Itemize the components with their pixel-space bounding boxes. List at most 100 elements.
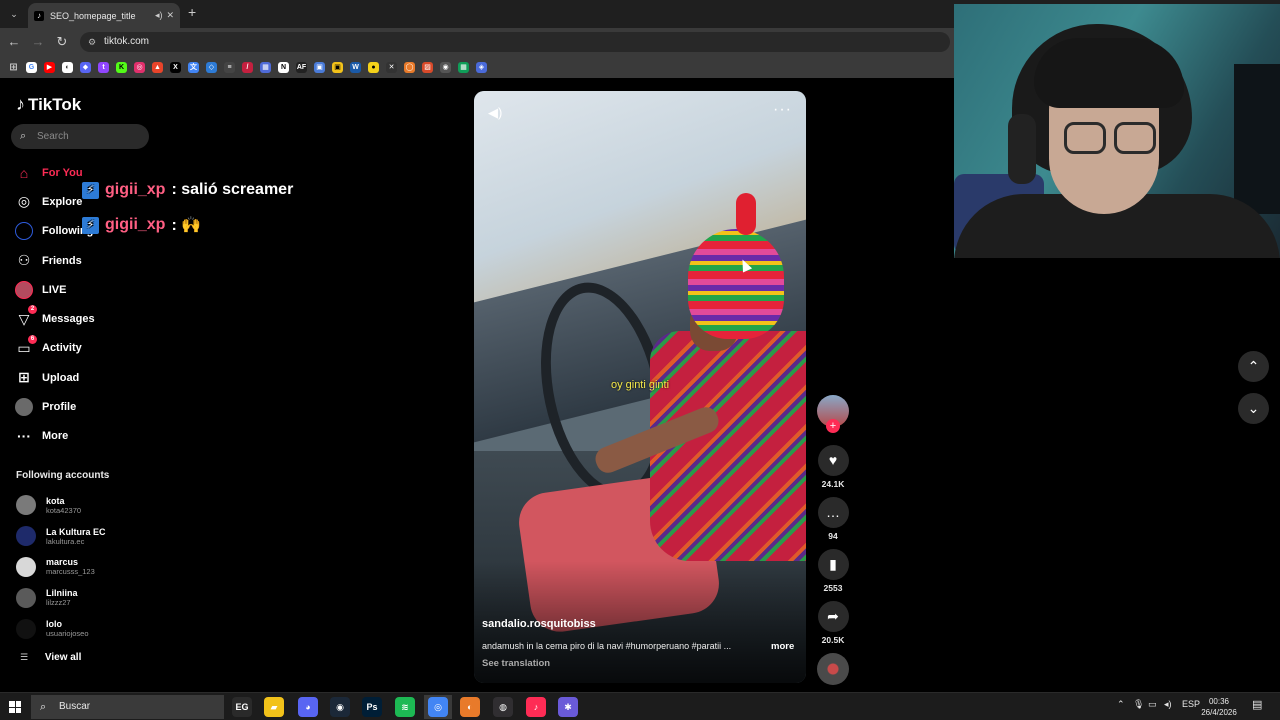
tiktok-icon[interactable]: ♪ (526, 697, 546, 717)
app-icon[interactable]: ▲ (152, 61, 163, 73)
epic-games-icon[interactable]: EG (232, 697, 252, 717)
kick-icon[interactable]: K (116, 61, 127, 73)
comment-icon[interactable]: … (817, 497, 849, 528)
windows-start-icon[interactable] (9, 701, 21, 713)
taskbar-search-input[interactable]: ⌕ Buscar (31, 695, 224, 719)
sidebar-item-profile[interactable]: Profile (14, 392, 154, 421)
notification-badge: 6 (28, 334, 37, 344)
app-icon[interactable]: ▣ (314, 61, 325, 73)
app-icon[interactable]: / (242, 61, 253, 73)
heart-icon[interactable]: ♥ (817, 445, 849, 476)
share-count: 20.5K (821, 635, 845, 645)
app-icon[interactable]: ◉ (440, 61, 451, 73)
share-icon[interactable]: ➦ (817, 601, 849, 632)
see-translation-button[interactable]: See translation (482, 658, 550, 669)
previous-video-chevron-up-icon[interactable]: ⌃ (1238, 351, 1269, 382)
translate-icon[interactable]: 文 (188, 61, 199, 73)
notion-icon[interactable]: N (278, 61, 289, 73)
tiktok-logo[interactable]: ♪ TikTok (16, 94, 81, 115)
app-icon[interactable]: ✕ (386, 61, 397, 73)
sidebar-item-more[interactable]: ··· More (14, 422, 154, 451)
microphone-icon[interactable]: 🎙 (1133, 699, 1144, 710)
x-icon[interactable]: X (170, 61, 181, 73)
app-icon[interactable]: ≡ (224, 61, 235, 73)
volume-icon[interactable]: ◂) (1164, 699, 1172, 710)
back-arrow-icon[interactable]: ← (6, 34, 22, 49)
music-disc-icon[interactable] (817, 653, 849, 685)
app-icon[interactable]: ▨ (422, 61, 433, 73)
url-field[interactable]: ⚙ tiktok.com (80, 32, 950, 52)
sidebar-item-live[interactable]: LIVE (14, 275, 154, 304)
app-icon[interactable]: W (350, 61, 361, 73)
save-action[interactable]: ▮ 2553 (816, 549, 850, 593)
app-icon[interactable]: ◆ (80, 61, 91, 73)
tab-search-menu-icon[interactable]: ⌄ (6, 6, 22, 22)
steam-icon[interactable]: ◉ (330, 697, 350, 717)
site-info-icon[interactable]: ⚙ (88, 32, 96, 52)
app-icon[interactable]: ● (368, 61, 379, 73)
spotify-icon[interactable]: ≋ (395, 697, 415, 717)
sidebar-item-activity[interactable]: ▭ 6 Activity (14, 334, 154, 363)
photoshop-icon[interactable]: Ps (362, 697, 382, 717)
following-account-item[interactable]: marcus marcusss_123 (16, 552, 156, 583)
tray-chevron-up-icon[interactable]: ⌃ (1117, 699, 1125, 710)
sidebar-item-messages[interactable]: ▽ 2 Messages (14, 304, 154, 333)
video-player[interactable]: ◀) ··· oy ginti ginti sandalio.rosquitob… (474, 91, 806, 683)
next-video-chevron-down-icon[interactable]: ⌄ (1238, 393, 1269, 424)
file-explorer-icon[interactable]: ▰ (264, 697, 284, 717)
app-icon[interactable]: ◐ (62, 61, 73, 73)
search-input[interactable]: ⌕ Search (11, 124, 149, 149)
google-icon[interactable]: G (26, 61, 37, 73)
following-account-item[interactable]: lolo usuariojoseo (16, 613, 156, 644)
app-icon[interactable]: ◐ (460, 697, 480, 717)
app-icon[interactable]: ◈ (476, 61, 487, 73)
clock[interactable]: 00:36 26/4/2026 (1196, 696, 1242, 718)
forward-arrow-icon[interactable]: → (30, 34, 46, 49)
more-options-icon[interactable]: ··· (773, 101, 792, 119)
description-more-button[interactable]: more (771, 641, 794, 652)
sidebar-item-label: Messages (42, 313, 95, 326)
sheets-icon[interactable]: ▦ (458, 61, 469, 73)
apps-grid-icon[interactable]: ⊞ (8, 62, 19, 73)
sidebar-item-upload[interactable]: ⊞ Upload (14, 363, 154, 392)
sidebar-item-friends[interactable]: ⚇ Friends (14, 246, 154, 275)
network-icon[interactable]: ▭ (1148, 699, 1157, 710)
following-account-item[interactable]: La Kultura EC lakultura.ec (16, 521, 156, 552)
speaker-icon[interactable]: ◂) (155, 10, 163, 21)
browser-tab[interactable]: ♪ SEO_homepage_title ◂) ✕ (28, 3, 180, 28)
account-handle: kota42370 (46, 505, 82, 515)
account-handle: lilzzz27 (46, 598, 71, 608)
app-icon[interactable]: ◇ (206, 61, 217, 73)
app-icon[interactable]: AF (296, 61, 307, 73)
like-action[interactable]: ♥ 24.1K (816, 445, 850, 489)
video-caption: oy ginti ginti (610, 379, 670, 391)
share-action[interactable]: ➦ 20.5K (816, 601, 850, 645)
following-account-item[interactable]: Lilniina lilzzz27 (16, 582, 156, 613)
following-icon (14, 221, 34, 241)
follow-plus-icon[interactable]: + (826, 419, 840, 433)
app-icon[interactable]: ✱ (558, 697, 578, 717)
app-icon[interactable]: ▣ (332, 61, 343, 73)
view-all-button[interactable]: ☰ View all (20, 652, 81, 663)
reload-icon[interactable]: ↻ (54, 34, 70, 50)
following-account-item[interactable]: kota kota42370 (16, 490, 156, 521)
obs-icon[interactable]: ◍ (493, 697, 513, 717)
sidebar-item-label: Explore (42, 195, 83, 208)
close-tab-icon[interactable]: ✕ (166, 10, 174, 21)
notifications-icon[interactable]: ▤ (1252, 698, 1262, 711)
video-author[interactable]: sandalio.rosquitobiss (482, 618, 596, 630)
volume-icon[interactable]: ◀) (488, 105, 502, 121)
bookmark-icon[interactable]: ▮ (817, 549, 849, 580)
twitch-icon[interactable]: t (98, 61, 109, 73)
youtube-icon[interactable]: ▶ (44, 61, 55, 73)
headset-icon (1008, 114, 1036, 184)
instagram-icon[interactable]: ◎ (134, 61, 145, 73)
app-icon[interactable]: ▦ (260, 61, 271, 73)
comment-action[interactable]: … 94 (816, 497, 850, 541)
app-icon[interactable]: ◯ (404, 61, 415, 73)
chrome-icon[interactable]: ◎ (428, 697, 448, 717)
chat-text: : salió screamer (171, 181, 294, 198)
save-count: 2553 (823, 583, 843, 593)
discord-icon[interactable]: ◕ (298, 697, 318, 717)
new-tab-button[interactable]: + (188, 4, 196, 20)
